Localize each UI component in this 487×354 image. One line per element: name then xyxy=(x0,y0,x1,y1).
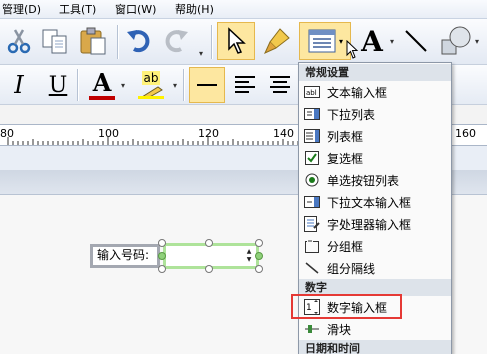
horizontal-line-icon xyxy=(197,84,217,86)
resize-handle[interactable] xyxy=(158,265,166,273)
menu-section-general: 常规设置 xyxy=(299,64,451,81)
resize-handle[interactable] xyxy=(205,239,213,247)
underline-icon: U xyxy=(48,72,68,98)
italic-button[interactable]: I xyxy=(6,70,32,100)
paste-icon[interactable] xyxy=(76,26,112,56)
line-tool-icon[interactable] xyxy=(400,25,432,57)
resize-handle[interactable] xyxy=(205,265,213,273)
standard-toolbar: ▾ ▾ A ▾ ▾ xyxy=(0,19,487,65)
toolbar-separator xyxy=(77,69,78,101)
undo-icon[interactable] xyxy=(123,26,155,56)
cut-icon[interactable] xyxy=(4,26,34,56)
ruler-label: 140 xyxy=(273,127,294,140)
align-left-button[interactable] xyxy=(189,67,225,103)
menu-item-word-processor[interactable]: 字处理器输入框 xyxy=(299,213,451,235)
toolbar-separator xyxy=(117,25,118,59)
letter-a-icon: A xyxy=(361,24,383,58)
mouse-cursor-icon xyxy=(346,40,359,59)
chevron-down-icon[interactable]: ▾ xyxy=(390,37,394,46)
pointer-tool-button[interactable] xyxy=(217,22,255,60)
menu-item-label: 组分隔线 xyxy=(327,261,376,276)
resize-handle[interactable] xyxy=(255,239,263,247)
menu-item-groupbox[interactable]: 分组框 xyxy=(299,235,451,257)
highlight-button[interactable]: ab xyxy=(132,68,170,102)
menu-bar: 管理(D) 工具(T) 窗口(W) 帮助(H) xyxy=(0,0,487,19)
toolbar-separator xyxy=(183,69,184,101)
highlighter-icon: ab xyxy=(141,71,161,85)
ruler-label: 100 xyxy=(98,127,119,140)
menu-item-listbox[interactable]: 列表框 xyxy=(299,125,451,147)
checkbox-icon xyxy=(304,150,320,166)
group-separator-icon xyxy=(304,260,320,276)
dropdown-list-icon xyxy=(304,106,320,122)
spinner-arrows-icon[interactable]: ▲ ▼ xyxy=(244,248,254,264)
align-right-button[interactable] xyxy=(264,67,296,103)
align-center-button[interactable] xyxy=(229,67,261,103)
font-color-swatch xyxy=(89,95,115,100)
textbox-icon: abl xyxy=(304,84,320,100)
chevron-down-icon[interactable]: ▾ xyxy=(121,81,125,90)
menu-manage[interactable]: 管理(D) xyxy=(0,1,43,18)
pen-icon xyxy=(138,86,164,99)
menu-item-checkbox[interactable]: 复选框 xyxy=(299,147,451,169)
form-list-icon xyxy=(308,29,336,53)
form-controls-button[interactable]: ▾ xyxy=(299,22,351,60)
text-tool-button[interactable]: A xyxy=(355,24,389,58)
shapes-tool-icon[interactable] xyxy=(438,23,474,59)
menu-item-label: 文本输入框 xyxy=(327,85,388,100)
ruler-label: 120 xyxy=(198,127,219,140)
listbox-icon xyxy=(304,128,320,144)
ruler-label: 160 xyxy=(455,127,476,140)
control-label: 输入号码: xyxy=(97,248,150,262)
menu-item-dropdown-list[interactable]: 下拉列表 xyxy=(299,103,451,125)
resize-handle[interactable] xyxy=(255,265,263,273)
toolbar-separator xyxy=(211,25,212,59)
highlight-annotation xyxy=(291,294,402,319)
menu-item-radio-list[interactable]: 单选按钮列表 xyxy=(299,169,451,191)
svg-text:abl: abl xyxy=(306,89,317,97)
menu-item-group-separator[interactable]: 组分隔线 xyxy=(299,257,451,279)
italic-icon: I xyxy=(14,71,24,99)
menu-window[interactable]: 窗口(W) xyxy=(113,1,158,18)
resize-handle[interactable] xyxy=(255,252,263,260)
resize-handle[interactable] xyxy=(158,252,166,260)
arrow-pointer-icon xyxy=(228,27,246,54)
underline-button[interactable]: U xyxy=(44,70,72,100)
menu-item-label: 下拉文本输入框 xyxy=(327,195,412,210)
menu-item-slider[interactable]: 滑块 xyxy=(299,318,451,340)
menu-item-label: 字处理器输入框 xyxy=(327,217,412,232)
menu-item-label: 列表框 xyxy=(327,129,364,144)
chevron-down-icon[interactable]: ▾ xyxy=(173,81,177,90)
menu-section-datetime: 日期和时间 xyxy=(299,340,451,354)
toolbar-overflow-icon[interactable]: ▾ xyxy=(199,49,203,58)
menu-item-label: 分组框 xyxy=(327,239,364,254)
chevron-down-icon[interactable]: ▾ xyxy=(475,37,479,46)
align-center-icon xyxy=(270,76,290,93)
numeric-input-field[interactable] xyxy=(167,248,249,264)
redo-icon[interactable] xyxy=(160,26,192,56)
menu-item-label: 滑块 xyxy=(327,322,352,337)
dropdown-textbox-icon xyxy=(304,194,320,210)
resize-handle[interactable] xyxy=(158,239,166,247)
chevron-down-icon: ▾ xyxy=(338,36,343,46)
menu-item-label: 复选框 xyxy=(327,151,364,166)
menu-help[interactable]: 帮助(H) xyxy=(173,1,216,18)
menu-item-label: 单选按钮列表 xyxy=(327,173,400,188)
word-processor-icon xyxy=(304,216,320,232)
align-justify-icon xyxy=(235,76,255,93)
format-painter-icon[interactable] xyxy=(260,24,294,58)
menu-tools[interactable]: 工具(T) xyxy=(57,1,98,18)
menu-item-textbox[interactable]: abl 文本输入框 xyxy=(299,81,451,103)
font-color-icon: A xyxy=(92,67,112,97)
ruler-label: 80 xyxy=(0,127,14,140)
menu-item-label: 下拉列表 xyxy=(327,107,376,122)
font-color-button[interactable]: A xyxy=(86,68,118,102)
groupbox-icon xyxy=(304,238,320,254)
menu-item-dropdown-textbox[interactable]: 下拉文本输入框 xyxy=(299,191,451,213)
slider-icon xyxy=(304,321,320,337)
copy-icon[interactable] xyxy=(38,26,72,56)
radio-list-icon xyxy=(304,172,320,188)
